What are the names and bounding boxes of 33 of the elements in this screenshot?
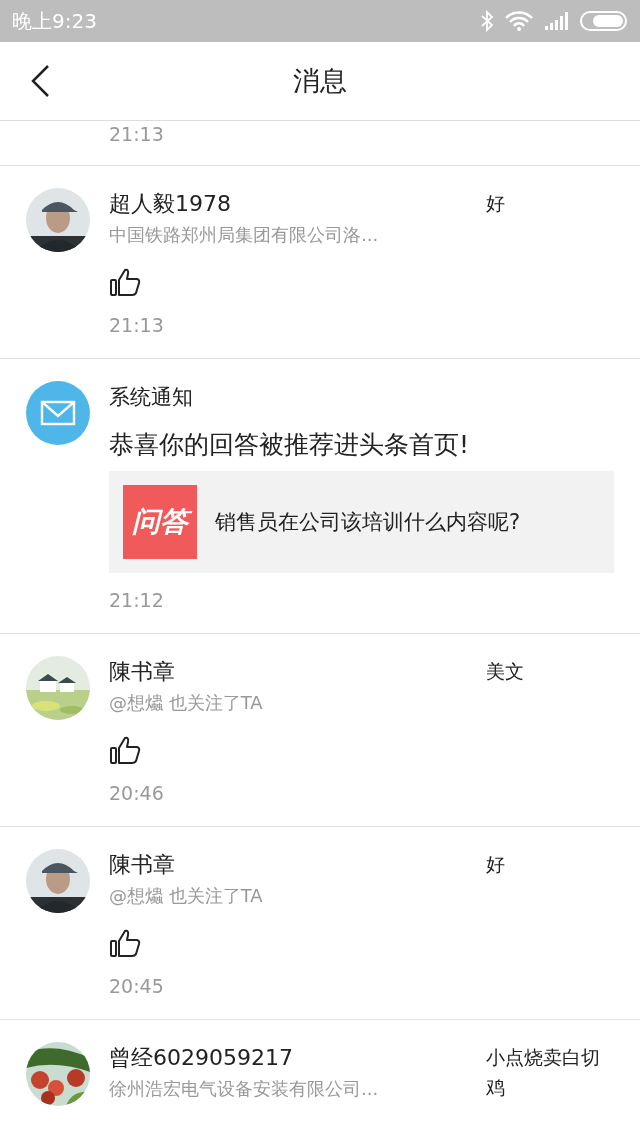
user-name[interactable]: 陳书章 <box>109 849 175 881</box>
question-text: 销售员在公司该培训什么内容呢? <box>215 509 521 536</box>
comment-text: 好 <box>486 191 506 216</box>
thumbs-up-icon <box>109 927 141 959</box>
message-time: 20:45 <box>109 974 164 999</box>
comment-text: 小点烧卖白切鸡 <box>486 1045 601 1100</box>
notice-message: 恭喜你的回答被推荐进头条首页! <box>109 429 470 461</box>
message-time: 21:13 <box>109 122 164 147</box>
message-time: 21:13 <box>109 313 164 338</box>
signal-icon <box>544 11 570 31</box>
user-description: @想爞 也关注了TA <box>109 691 263 715</box>
user-name[interactable]: 陳书章 <box>109 656 175 688</box>
thumbs-up-icon <box>109 734 141 766</box>
wifi-icon <box>504 10 534 32</box>
app-logo: 问答 <box>123 485 197 559</box>
status-time: 晚上9:23 <box>12 7 97 35</box>
question-card[interactable]: 问答 销售员在公司该培训什么内容呢? <box>109 471 614 573</box>
bluetooth-icon <box>480 10 494 32</box>
user-description: 中国铁路郑州局集团有限公司洛... <box>109 223 379 247</box>
user-description: 徐州浩宏电气设备安装有限公司... <box>109 1077 379 1101</box>
user-name[interactable]: 超人毅1978 <box>109 188 231 220</box>
comment-text: 美文 <box>486 659 525 684</box>
message-time: 21:12 <box>109 588 164 613</box>
page-title: 消息 <box>293 64 347 98</box>
notice-title: 系统通知 <box>109 384 193 411</box>
message-time: 20:46 <box>109 781 164 806</box>
thumbs-up-icon <box>109 266 141 298</box>
mail-icon <box>26 381 90 445</box>
user-name[interactable]: 曾经6029059217 <box>109 1042 293 1074</box>
comment-text: 好 <box>486 852 506 877</box>
user-description: @想爞 也关注了TA <box>109 884 263 908</box>
back-button[interactable] <box>30 64 50 98</box>
battery-icon <box>580 11 628 31</box>
